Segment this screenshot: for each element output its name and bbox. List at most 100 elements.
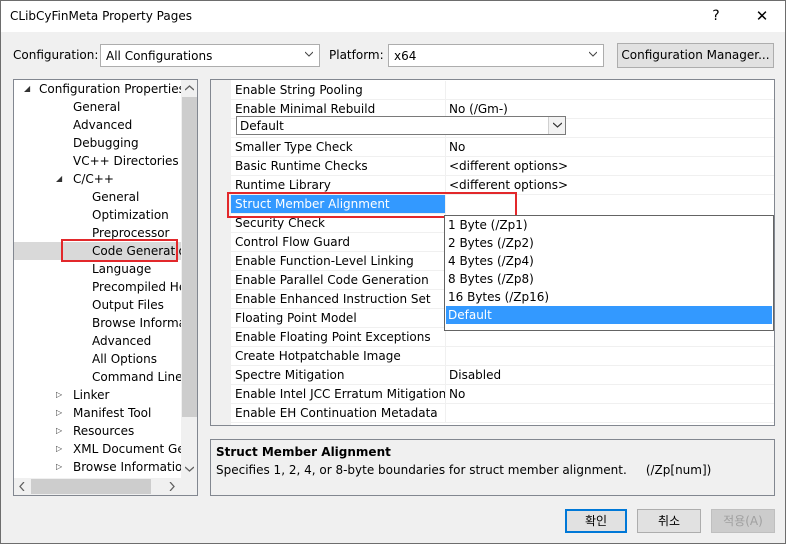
apply-button[interactable]: 적용(A) bbox=[711, 509, 775, 533]
property-value: Disabled bbox=[449, 368, 502, 382]
property-name: Enable Parallel Code Generation bbox=[235, 273, 429, 287]
tree-item[interactable]: XML Document Genera bbox=[73, 440, 197, 458]
dropdown-option[interactable]: Default bbox=[446, 306, 772, 324]
tree-hscroll-thumb[interactable] bbox=[31, 479, 151, 494]
tree-scroll-thumb[interactable] bbox=[182, 97, 197, 417]
property-name: Spectre Mitigation bbox=[235, 368, 345, 382]
tree-expand-icon[interactable]: ▷ bbox=[56, 458, 66, 476]
tree-expand-icon[interactable]: ▷ bbox=[56, 404, 66, 422]
tree-item[interactable]: Configuration Properties bbox=[39, 80, 185, 98]
chevron-down-icon bbox=[553, 122, 562, 128]
description-text: Specifies 1, 2, 4, or 8-byte boundaries … bbox=[216, 463, 712, 477]
tree-item[interactable]: Manifest Tool bbox=[73, 404, 151, 422]
tree-item[interactable]: General bbox=[92, 188, 139, 206]
tree-vertical-scrollbar[interactable] bbox=[181, 80, 197, 478]
dropdown-option[interactable]: 2 Bytes (/Zp2) bbox=[446, 234, 772, 252]
help-button[interactable]: ? bbox=[693, 1, 739, 32]
property-name: Enable EH Continuation Metadata bbox=[235, 406, 438, 420]
tree-item[interactable]: Optimization bbox=[92, 206, 169, 224]
property-value: <different options> bbox=[449, 159, 569, 173]
property-row[interactable]: Basic Runtime Checks <different options> bbox=[231, 157, 774, 176]
chevron-down-icon bbox=[305, 51, 313, 57]
tree-item[interactable]: Linker bbox=[73, 386, 109, 404]
description-title: Struct Member Alignment bbox=[216, 445, 391, 459]
property-row[interactable]: Enable Intel JCC Erratum Mitigation No bbox=[231, 385, 774, 404]
dropdown-option[interactable]: 16 Bytes (/Zp16) bbox=[446, 288, 772, 306]
property-name: Floating Point Model bbox=[235, 311, 357, 325]
platform-label: Platform: bbox=[329, 48, 384, 62]
tree-collapse-icon[interactable]: ◢ bbox=[56, 170, 66, 188]
dropdown-option[interactable]: 4 Bytes (/Zp4) bbox=[446, 252, 772, 270]
property-name: Enable String Pooling bbox=[235, 83, 363, 97]
highlight-box-code-generation bbox=[61, 239, 178, 262]
ok-button[interactable]: 확인 bbox=[565, 509, 627, 533]
tree-item[interactable]: Browse Information bbox=[73, 458, 190, 476]
tree-item[interactable]: Advanced bbox=[73, 116, 132, 134]
dropdown-option[interactable]: 8 Bytes (/Zp8) bbox=[446, 270, 772, 288]
platform-value: x64 bbox=[394, 49, 417, 63]
property-name: Enable Minimal Rebuild bbox=[235, 102, 376, 116]
property-value: <different options> bbox=[449, 178, 569, 192]
scroll-right-icon[interactable] bbox=[169, 482, 175, 491]
tree-expand-icon[interactable]: ▷ bbox=[56, 422, 66, 440]
column-divider bbox=[445, 385, 446, 404]
tree-item[interactable]: Resources bbox=[73, 422, 134, 440]
tree-item[interactable]: Command Line bbox=[92, 368, 183, 386]
tree-item[interactable]: All Options bbox=[92, 350, 157, 368]
tree-item[interactable]: General bbox=[73, 98, 120, 116]
configuration-select[interactable]: All Configurations bbox=[100, 44, 320, 67]
tree-item[interactable]: Output Files bbox=[92, 296, 164, 314]
property-name: Create Hotpatchable Image bbox=[235, 349, 401, 363]
cancel-button[interactable]: 취소 bbox=[637, 509, 701, 533]
property-name: Enable Enhanced Instruction Set bbox=[235, 292, 431, 306]
tree-item[interactable]: VC++ Directories bbox=[73, 152, 179, 170]
property-name: Basic Runtime Checks bbox=[235, 159, 368, 173]
property-name: Enable Floating Point Exceptions bbox=[235, 330, 431, 344]
struct-alignment-combo[interactable]: Default bbox=[236, 116, 566, 135]
tree-item[interactable]: C/C++ bbox=[73, 170, 114, 188]
property-value: No (/Gm-) bbox=[449, 102, 508, 116]
property-value: No bbox=[449, 140, 466, 154]
property-row[interactable]: Enable String Pooling bbox=[231, 81, 774, 100]
property-name: Smaller Type Check bbox=[235, 140, 353, 154]
property-name: Control Flow Guard bbox=[235, 235, 350, 249]
tree-expand-icon[interactable]: ▷ bbox=[56, 386, 66, 404]
property-row[interactable]: Smaller Type Check No bbox=[231, 138, 774, 157]
scroll-up-icon[interactable] bbox=[185, 85, 194, 91]
scroll-down-icon[interactable] bbox=[185, 466, 194, 472]
property-pages-dialog: CLibCyFinMeta Property Pages ? ✕ Configu… bbox=[0, 0, 786, 544]
scroll-corner bbox=[181, 478, 197, 495]
struct-alignment-value: Default bbox=[240, 119, 284, 133]
configuration-value: All Configurations bbox=[106, 49, 213, 63]
close-button[interactable]: ✕ bbox=[739, 1, 785, 32]
tree-horizontal-scrollbar[interactable] bbox=[14, 478, 181, 495]
tree-expand-icon[interactable]: ▷ bbox=[56, 440, 66, 458]
category-tree[interactable]: ◢ Configuration Properties General Advanced… bbox=[13, 79, 198, 496]
configuration-label: Configuration: bbox=[13, 48, 99, 62]
scroll-left-icon[interactable] bbox=[19, 482, 25, 491]
property-row[interactable]: Spectre Mitigation Disabled bbox=[231, 366, 774, 385]
description-panel: Struct Member Alignment Specifies 1, 2, … bbox=[210, 439, 775, 496]
property-row[interactable]: Create Hotpatchable Image bbox=[231, 347, 774, 366]
property-name: Security Check bbox=[235, 216, 326, 230]
column-divider bbox=[445, 157, 446, 176]
tree-item[interactable]: Language bbox=[92, 260, 151, 278]
property-name: Enable Function-Level Linking bbox=[235, 254, 414, 268]
tree-item[interactable]: Advanced bbox=[92, 332, 151, 350]
column-divider bbox=[445, 138, 446, 157]
configuration-manager-button[interactable]: Configuration Manager... bbox=[617, 43, 774, 68]
property-value: No bbox=[449, 387, 466, 401]
property-name: Runtime Library bbox=[235, 178, 331, 192]
column-divider bbox=[445, 347, 446, 366]
property-row[interactable]: Enable EH Continuation Metadata bbox=[231, 404, 774, 423]
platform-select[interactable]: x64 bbox=[388, 44, 604, 67]
struct-alignment-dropdown-list[interactable]: 1 Byte (/Zp1) 2 Bytes (/Zp2) 4 Bytes (/Zp4… bbox=[444, 215, 774, 331]
window-title: CLibCyFinMeta Property Pages bbox=[10, 9, 192, 23]
tree-item[interactable]: Debugging bbox=[73, 134, 139, 152]
tree-collapse-icon[interactable]: ◢ bbox=[24, 80, 34, 98]
column-divider bbox=[445, 366, 446, 385]
dropdown-arrow-button[interactable] bbox=[548, 117, 565, 134]
column-divider bbox=[445, 81, 446, 100]
column-divider bbox=[445, 404, 446, 423]
dropdown-option[interactable]: 1 Byte (/Zp1) bbox=[446, 216, 772, 234]
